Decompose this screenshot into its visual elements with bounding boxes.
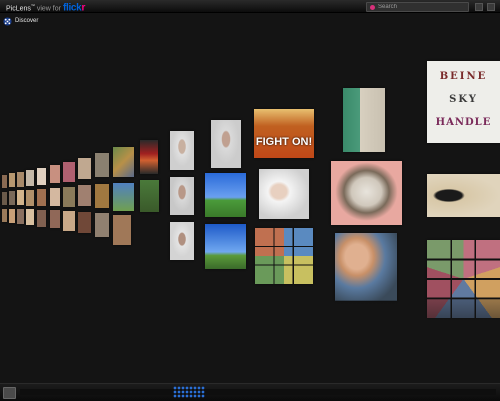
photo-thumbnail[interactable] [2,209,7,222]
photo-thumbnail[interactable] [95,213,109,237]
photo-thumbnail[interactable] [140,140,158,174]
photo-thumbnail[interactable] [37,168,46,185]
photo-thumbnail[interactable] [140,180,159,212]
photo-thumbnail[interactable] [50,188,60,206]
photo-thumbnail[interactable] [170,177,194,215]
home-button[interactable] [3,387,16,399]
discover-label: Discover [15,18,39,24]
search-input[interactable] [378,3,464,11]
photo-thumbnail[interactable] [78,185,91,206]
search-box[interactable] [366,2,469,12]
photo-thumbnail[interactable] [95,184,109,208]
photo-thumbnail[interactable] [170,131,194,170]
ransom-line-1: BEINE [439,71,488,82]
photo-thumbnail[interactable] [9,209,15,223]
bottom-bar [0,383,500,401]
view-for-text: view for [36,5,61,13]
photo-thumbnail[interactable] [9,173,15,187]
discover-button[interactable]: Discover [3,15,38,27]
photo-thumbnail[interactable] [9,191,15,205]
photo-thumbnail[interactable] [259,169,309,219]
photo-thumbnail[interactable] [95,153,109,177]
title-bar: PicLens™ view for flickr [0,0,500,13]
ransom-note-photo[interactable]: BEINE SKY HANDLE [427,61,500,143]
photo-thumbnail[interactable] [211,120,241,168]
search-icon [370,4,375,10]
app-title: PicLens™ view for flickr [6,0,85,13]
photo-thumbnail[interactable] [37,210,46,227]
flickr-logo-pink: r [81,2,86,14]
ransom-line-3: HANDLE [435,117,492,128]
wall-scrollbar[interactable] [20,389,496,395]
flickr-logo: flickr [63,2,85,13]
flickr-logo-blue: flick [62,2,82,14]
photo-thumbnail[interactable] [2,175,7,188]
photo-thumbnail[interactable] [17,190,24,205]
photo-thumbnail[interactable] [63,187,75,207]
photo-thumbnail[interactable] [37,189,46,206]
photo-thumbnail[interactable] [17,172,24,187]
photo-thumbnail[interactable] [17,209,24,224]
photo-collage[interactable] [255,228,313,284]
fight-on-caption: FIGHT ON! [255,136,313,148]
photo-thumbnail[interactable] [170,222,194,260]
photo-thumbnail[interactable] [50,165,60,183]
floor-reflection [0,300,500,380]
ransom-line-2: SKY [449,94,478,105]
photo-thumbnail[interactable] [26,170,34,186]
photo-thumbnail[interactable] [113,215,131,245]
app-name: PicLens [6,5,31,13]
dog-photo[interactable] [331,161,402,225]
photo-thumbnail[interactable] [63,162,75,182]
photo-thumbnail[interactable] [205,173,246,217]
scroll-thumb[interactable] [173,386,205,398]
fight-on-photo[interactable]: FIGHT ON! [254,109,314,158]
photo-thumbnail[interactable] [343,88,385,152]
photo-thumbnail[interactable] [26,209,34,225]
photo-thumbnail[interactable] [113,183,134,211]
photo-thumbnail[interactable] [78,158,91,179]
photo-thumbnail[interactable] [50,210,60,228]
photo-thumbnail[interactable] [335,233,397,301]
trademark-mark: ™ [30,3,35,8]
discover-icon [3,16,12,26]
minimize-button[interactable] [475,3,483,11]
close-button[interactable] [487,3,495,11]
photo-thumbnail[interactable] [78,212,91,233]
photo-thumbnail[interactable] [205,224,246,269]
photo-collage[interactable] [427,240,500,318]
photo-thumbnail[interactable] [113,147,134,177]
photo-thumbnail[interactable] [63,211,75,231]
photo-thumbnail[interactable] [427,174,500,217]
photo-wall: FIGHT ON! BEINE SKY HANDLE [0,0,500,380]
photo-thumbnail[interactable] [2,192,7,205]
photo-thumbnail[interactable] [26,190,34,206]
